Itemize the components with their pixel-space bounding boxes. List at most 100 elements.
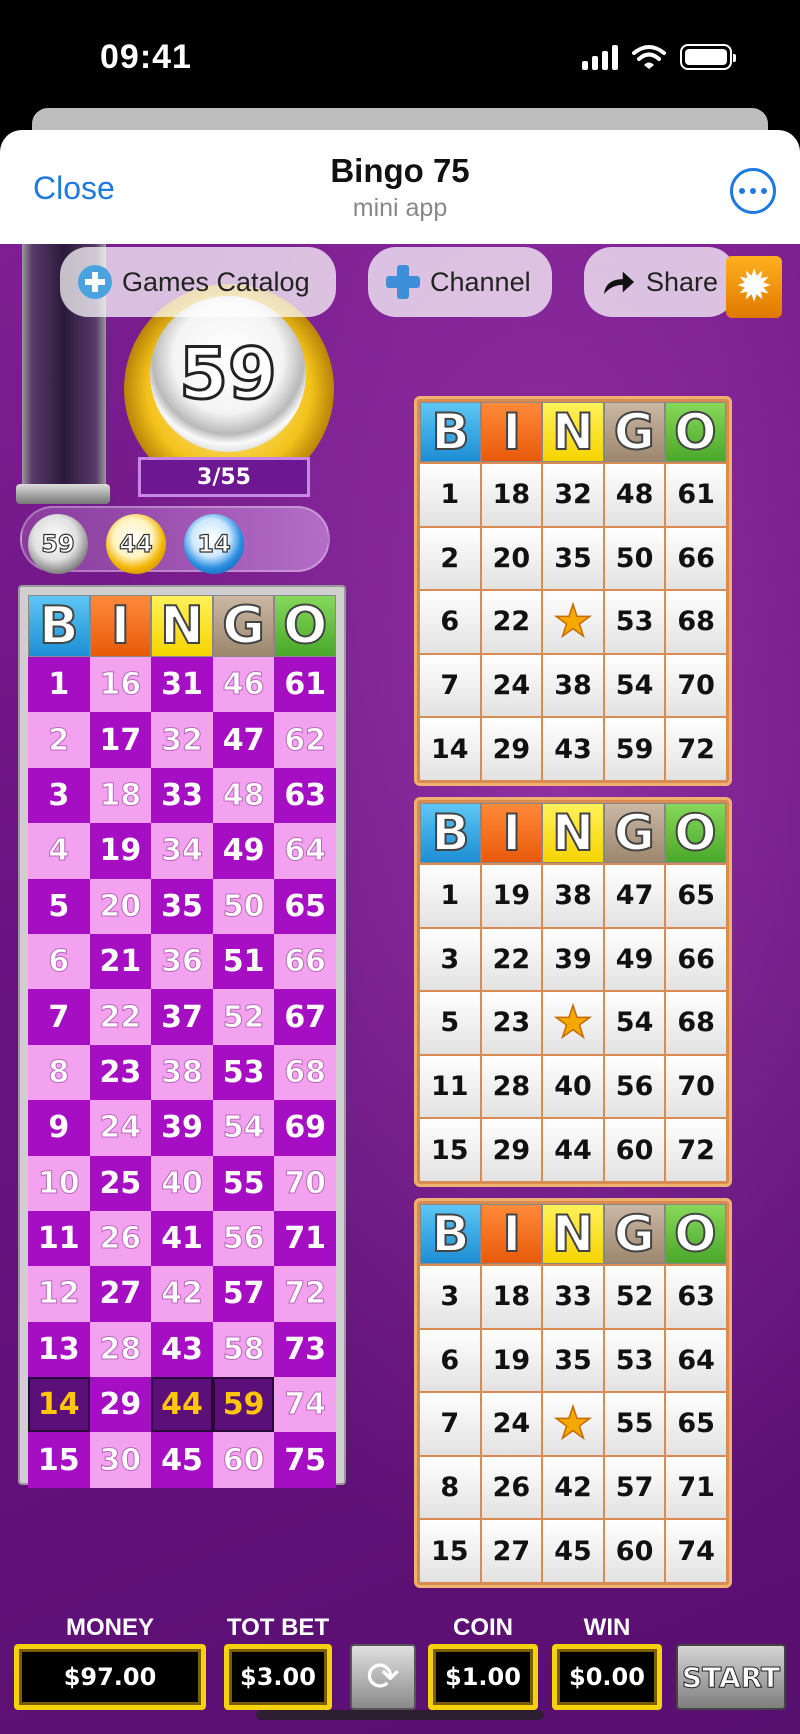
card-cell[interactable]: 3 <box>420 928 480 991</box>
card-cell[interactable]: 66 <box>666 527 726 590</box>
card-cell[interactable]: 71 <box>666 1456 726 1519</box>
free-star-icon[interactable]: ★ <box>543 992 603 1054</box>
card-cell[interactable]: 70 <box>666 1055 726 1118</box>
cellular-signal-icon <box>582 44 618 70</box>
card-cell[interactable]: 3 <box>420 1266 480 1328</box>
bingo-card-1[interactable]: B I N G O 1 18 32 48 61 2 20 35 50 66 6 22 ★ 53 68 7 24 3… <box>414 396 732 786</box>
card-cell[interactable]: 59 <box>604 718 665 780</box>
refresh-icon[interactable]: ⟳ <box>350 1644 416 1710</box>
card-cell[interactable]: 63 <box>666 1266 726 1328</box>
card-cell[interactable]: 50 <box>604 527 665 590</box>
card-cell[interactable]: 55 <box>604 1393 665 1455</box>
card-cell[interactable]: 68 <box>666 992 726 1054</box>
games-catalog-label: Games Catalog <box>122 266 310 297</box>
card-cell[interactable]: 15 <box>420 1520 480 1582</box>
card-cell[interactable]: 18 <box>481 1266 542 1328</box>
master-cell: 46 <box>212 657 275 713</box>
card-cell[interactable]: 56 <box>604 1055 665 1118</box>
start-button[interactable]: START <box>676 1644 786 1710</box>
card-cell[interactable]: 1 <box>420 865 480 927</box>
card-cell[interactable]: 40 <box>543 1055 603 1118</box>
card-cell[interactable]: 49 <box>604 928 665 991</box>
header-letter-n: N <box>542 1204 604 1264</box>
card-cell[interactable]: 20 <box>481 527 542 590</box>
card-cell[interactable]: 38 <box>543 865 603 927</box>
share-button[interactable]: Share <box>584 247 736 317</box>
card-cell[interactable]: 48 <box>604 464 665 526</box>
card-cell[interactable]: 33 <box>543 1266 603 1328</box>
card-cell[interactable]: 72 <box>666 1119 726 1181</box>
card-cell[interactable]: 53 <box>604 1329 665 1392</box>
card-cell[interactable]: 53 <box>604 591 665 653</box>
card-cell[interactable]: 6 <box>420 1329 480 1392</box>
status-time: 09:41 <box>100 38 192 76</box>
card-cell[interactable]: 54 <box>604 654 665 717</box>
coin-display[interactable]: $1.00 <box>428 1644 538 1710</box>
card-cell[interactable]: 45 <box>543 1520 603 1582</box>
card-cell[interactable]: 23 <box>481 992 542 1054</box>
card-cell[interactable]: 7 <box>420 1393 480 1455</box>
card-cell[interactable]: 28 <box>481 1055 542 1118</box>
card-cell[interactable]: 14 <box>420 718 480 780</box>
totbet-display[interactable]: $3.00 <box>224 1644 332 1710</box>
card-cell[interactable]: 42 <box>543 1456 603 1519</box>
card-cell[interactable]: 44 <box>543 1119 603 1181</box>
card-cell[interactable]: 24 <box>481 1393 542 1455</box>
master-cell: 40 <box>151 1155 213 1211</box>
gear-icon[interactable]: ✹ <box>726 256 782 318</box>
card-cell[interactable]: 47 <box>604 865 665 927</box>
card-cell[interactable]: 22 <box>481 928 542 991</box>
card-cell[interactable]: 57 <box>604 1456 665 1519</box>
card-cell[interactable]: 72 <box>666 718 726 780</box>
card-cell[interactable]: 66 <box>666 928 726 991</box>
card-cell[interactable]: 64 <box>666 1329 726 1392</box>
card-cell[interactable]: 29 <box>481 1119 542 1181</box>
card-cell[interactable]: 70 <box>666 654 726 717</box>
card-cell[interactable]: 7 <box>420 654 480 717</box>
plus-circle-icon <box>78 265 112 299</box>
card-cell[interactable]: 54 <box>604 992 665 1054</box>
more-icon[interactable] <box>730 168 776 214</box>
draw-count: 3/55 <box>138 457 310 497</box>
card-cell[interactable]: 1 <box>420 464 480 526</box>
card-cell[interactable]: 32 <box>543 464 603 526</box>
card-cell[interactable]: 29 <box>481 718 542 780</box>
free-star-icon[interactable]: ★ <box>543 591 603 653</box>
card-cell[interactable]: 2 <box>420 527 480 590</box>
card-cell[interactable]: 19 <box>481 1329 542 1392</box>
card-cell[interactable]: 35 <box>543 1329 603 1392</box>
card-cell[interactable]: 8 <box>420 1456 480 1519</box>
free-star-icon[interactable]: ★ <box>543 1393 603 1455</box>
card-cell[interactable]: 18 <box>481 464 542 526</box>
card-cell[interactable]: 65 <box>666 865 726 927</box>
card-cell[interactable]: 60 <box>604 1520 665 1582</box>
master-cell: 60 <box>212 1432 275 1488</box>
channel-button[interactable]: Channel <box>368 247 552 317</box>
bingo-card-2[interactable]: B I N G O 1 19 38 47 65 3 22 39 49 66 5 23 ★ 54 68 11 28… <box>414 797 732 1187</box>
card-cell[interactable]: 52 <box>604 1266 665 1328</box>
card-cell[interactable]: 65 <box>666 1393 726 1455</box>
card-cell[interactable]: 35 <box>543 527 603 590</box>
master-cell: 18 <box>89 767 152 824</box>
card-cell[interactable]: 11 <box>420 1055 480 1118</box>
card-cell[interactable]: 15 <box>420 1119 480 1181</box>
header-letter-i: I <box>481 803 543 863</box>
card-grid: 1 19 38 47 65 3 22 39 49 66 5 23 ★ 54 68 11 28 40 56 70 15 29… <box>420 865 726 1181</box>
card-cell[interactable]: 24 <box>481 654 542 717</box>
card-cell[interactable]: 5 <box>420 992 480 1054</box>
card-cell[interactable]: 27 <box>481 1520 542 1582</box>
card-cell[interactable]: 26 <box>481 1456 542 1519</box>
bingo-card-3[interactable]: B I N G O 3 18 33 52 63 6 19 35 53 64 7 24 ★ 55 65 8 26 4… <box>414 1198 732 1588</box>
card-cell[interactable]: 39 <box>543 928 603 991</box>
card-cell[interactable]: 6 <box>420 591 480 653</box>
games-catalog-button[interactable]: Games Catalog <box>60 247 336 317</box>
card-cell[interactable]: 68 <box>666 591 726 653</box>
card-cell[interactable]: 43 <box>543 718 603 780</box>
card-cell[interactable]: 61 <box>666 464 726 526</box>
card-cell[interactable]: 38 <box>543 654 603 717</box>
card-cell[interactable]: 19 <box>481 865 542 927</box>
header-letter-g: G <box>212 595 275 657</box>
card-cell[interactable]: 60 <box>604 1119 665 1181</box>
card-cell[interactable]: 74 <box>666 1520 726 1582</box>
card-cell[interactable]: 22 <box>481 591 542 653</box>
